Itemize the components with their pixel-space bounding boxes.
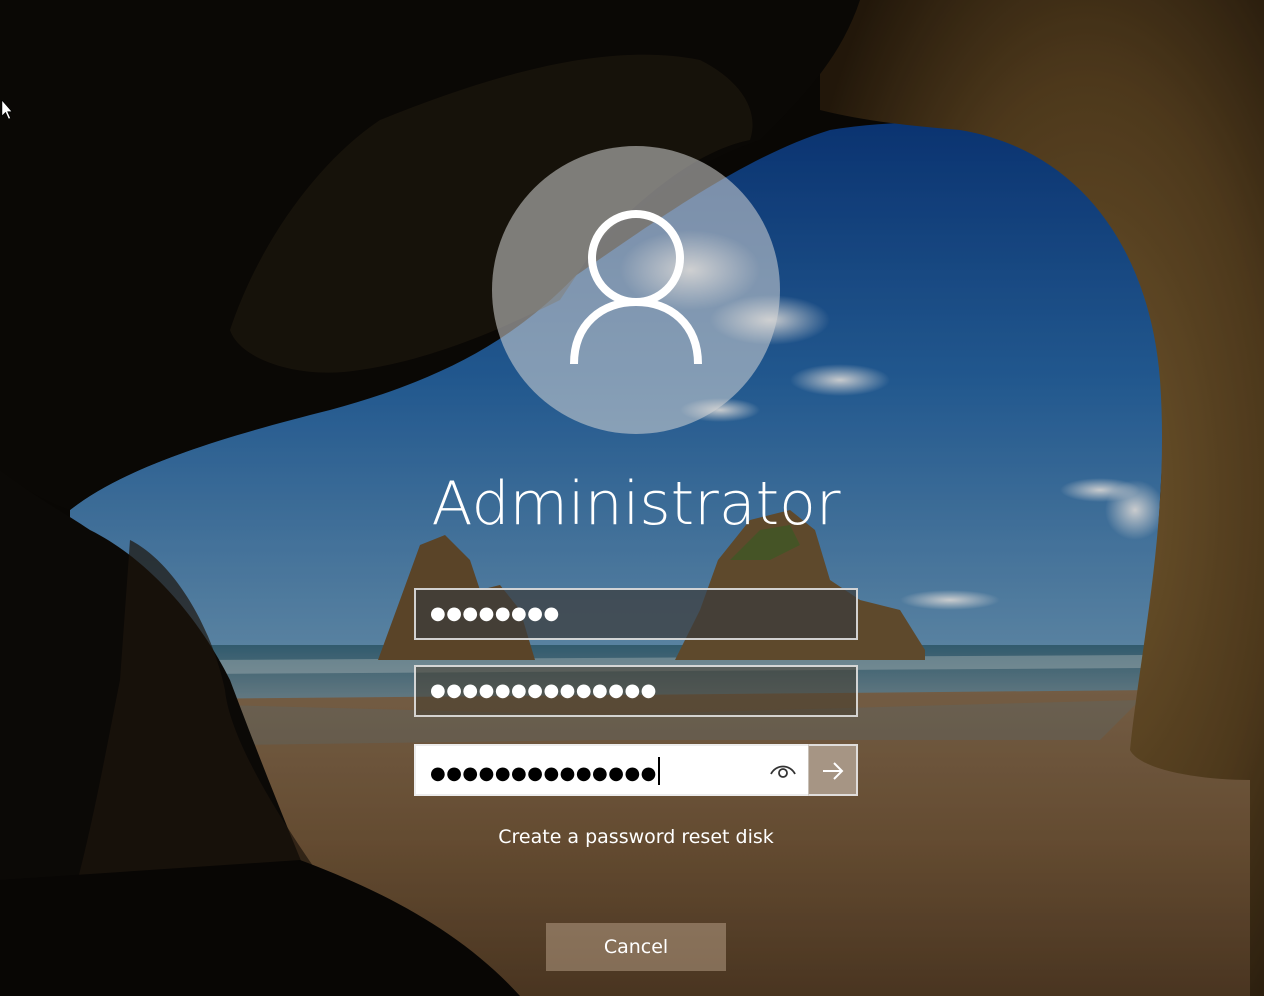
create-password-reset-disk-link[interactable]: Create a password reset disk [414,822,858,852]
user-avatar-icon [570,210,702,365]
username-label: Administrator [431,469,841,539]
cancel-button[interactable]: Cancel [546,923,726,971]
arrow-right-icon [823,762,844,780]
new-password-field[interactable]: ●●●●●●●●●●●●●● [414,665,858,717]
confirm-password-text: ●●●●●●●●●●●●●● [430,763,657,784]
old-password-value: ●●●●●●●● [430,603,560,624]
user-avatar [492,146,780,434]
submit-button[interactable] [808,744,858,796]
mouse-cursor-icon [1,100,13,120]
lock-screen: Administrator ●●●●●●●● ●●●●●●●●●●●●●● ●●… [0,0,1264,996]
new-password-value: ●●●●●●●●●●●●●● [430,680,657,701]
text-caret [657,757,660,785]
confirm-password-value: ●●●●●●●●●●●●●● [430,757,660,788]
old-password-field[interactable]: ●●●●●●●● [414,588,858,640]
confirm-password-field[interactable]: ●●●●●●●●●●●●●● [414,744,858,796]
eye-icon[interactable] [766,756,800,784]
